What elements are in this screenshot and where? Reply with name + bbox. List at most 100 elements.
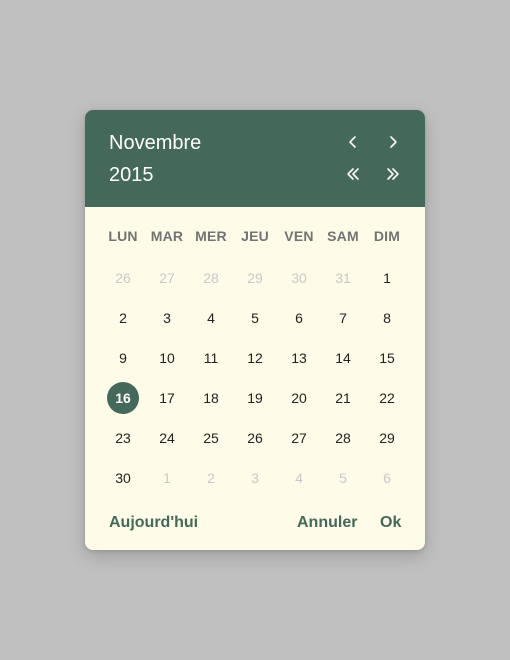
day-number: 29 <box>247 270 263 286</box>
chevron-right-icon <box>390 136 397 148</box>
day-number: 2 <box>119 310 127 326</box>
day-number: 7 <box>339 310 347 326</box>
day-number: 25 <box>203 430 219 446</box>
day-cell-outside-month[interactable]: 27 <box>145 258 189 298</box>
day-number: 21 <box>335 390 351 406</box>
cancel-button[interactable]: Annuler <box>297 513 357 533</box>
today-button[interactable]: Aujourd'hui <box>109 513 198 533</box>
day-number: 2 <box>207 470 215 486</box>
day-number: 4 <box>207 310 215 326</box>
day-cell-outside-month[interactable]: 26 <box>101 258 145 298</box>
day-number: 3 <box>251 470 259 486</box>
day-cell[interactable]: 14 <box>321 338 365 378</box>
day-number: 20 <box>291 390 307 406</box>
day-cell-selected[interactable]: 16 <box>101 378 145 418</box>
day-cell-outside-month[interactable]: 1 <box>145 458 189 498</box>
day-cell[interactable]: 21 <box>321 378 365 418</box>
day-number: 11 <box>203 350 219 366</box>
day-cell[interactable]: 30 <box>101 458 145 498</box>
weekday-label: LUN <box>108 228 138 244</box>
day-number: 18 <box>203 390 219 406</box>
day-number: 13 <box>291 350 307 366</box>
weekday-label: SAM <box>327 228 359 244</box>
day-cell[interactable]: 27 <box>277 418 321 458</box>
day-cell[interactable]: 19 <box>233 378 277 418</box>
day-cell[interactable]: 7 <box>321 298 365 338</box>
day-number: 19 <box>247 390 263 406</box>
day-number: 24 <box>159 430 175 446</box>
day-number: 31 <box>335 270 351 286</box>
weekday-header-row: LUN MAR MER JEU VEN SAM DIM <box>101 226 409 246</box>
day-cell[interactable]: 8 <box>365 298 409 338</box>
day-number: 29 <box>379 430 395 446</box>
month-label[interactable]: Novembre <box>109 131 201 155</box>
day-cell[interactable]: 10 <box>145 338 189 378</box>
weekday-label: DIM <box>373 228 401 244</box>
day-cell-outside-month[interactable]: 31 <box>321 258 365 298</box>
day-number: 14 <box>335 350 351 366</box>
day-cell[interactable]: 25 <box>189 418 233 458</box>
day-cell[interactable]: 13 <box>277 338 321 378</box>
day-number: 15 <box>379 350 395 366</box>
day-number: 22 <box>379 390 395 406</box>
next-year-button[interactable] <box>381 162 405 186</box>
next-month-button[interactable] <box>381 130 405 154</box>
day-cell[interactable]: 29 <box>365 418 409 458</box>
weekday-label: VEN <box>284 228 314 244</box>
weekday-label: MER <box>195 228 227 244</box>
ok-button[interactable]: Ok <box>380 513 401 533</box>
day-cell-outside-month[interactable]: 6 <box>365 458 409 498</box>
day-cell[interactable]: 3 <box>145 298 189 338</box>
day-cell[interactable]: 23 <box>101 418 145 458</box>
day-number: 6 <box>383 470 391 486</box>
day-cell[interactable]: 12 <box>233 338 277 378</box>
day-cell[interactable]: 20 <box>277 378 321 418</box>
day-number: 26 <box>247 430 263 446</box>
year-label[interactable]: 2015 <box>109 163 154 187</box>
day-cell[interactable]: 26 <box>233 418 277 458</box>
day-number: 10 <box>159 350 175 366</box>
prev-year-button[interactable] <box>341 162 365 186</box>
double-chevron-left-icon <box>347 168 359 180</box>
day-cell[interactable]: 18 <box>189 378 233 418</box>
day-cell[interactable]: 4 <box>189 298 233 338</box>
prev-month-button[interactable] <box>341 130 365 154</box>
day-cell[interactable]: 1 <box>365 258 409 298</box>
day-number: 1 <box>163 470 171 486</box>
day-number: 28 <box>335 430 351 446</box>
day-number: 5 <box>339 470 347 486</box>
day-cell[interactable]: 11 <box>189 338 233 378</box>
date-picker-dialog: Novembre 2015 LUN MAR MER JEU VEN SAM DIM 26 27… <box>85 110 425 550</box>
day-cell[interactable]: 28 <box>321 418 365 458</box>
day-cell-outside-month[interactable]: 5 <box>321 458 365 498</box>
day-cell-outside-month[interactable]: 2 <box>189 458 233 498</box>
day-number: 4 <box>295 470 303 486</box>
chevron-left-icon <box>349 136 356 148</box>
day-cell-outside-month[interactable]: 4 <box>277 458 321 498</box>
day-cell[interactable]: 22 <box>365 378 409 418</box>
day-cell-outside-month[interactable]: 30 <box>277 258 321 298</box>
weekday-label: MAR <box>150 228 184 244</box>
day-number: 30 <box>291 270 307 286</box>
day-cell-outside-month[interactable]: 28 <box>189 258 233 298</box>
date-picker-header: Novembre 2015 <box>85 110 425 207</box>
day-number: 16 <box>107 382 139 414</box>
day-number: 1 <box>383 270 391 286</box>
weekday-label: JEU <box>241 228 269 244</box>
day-number: 26 <box>115 270 131 286</box>
double-chevron-right-icon <box>387 168 399 180</box>
day-cell-outside-month[interactable]: 29 <box>233 258 277 298</box>
day-cell[interactable]: 2 <box>101 298 145 338</box>
day-cell-outside-month[interactable]: 3 <box>233 458 277 498</box>
day-cell[interactable]: 6 <box>277 298 321 338</box>
day-cell[interactable]: 15 <box>365 338 409 378</box>
day-cell[interactable]: 9 <box>101 338 145 378</box>
days-grid: 26 27 28 29 30 31 1 2 3 4 5 6 7 8 9 10 11 12 13 14 15 16 17 18 1… <box>101 258 409 498</box>
day-number: 28 <box>203 270 219 286</box>
day-cell[interactable]: 17 <box>145 378 189 418</box>
day-number: 23 <box>115 430 131 446</box>
day-cell[interactable]: 5 <box>233 298 277 338</box>
day-number: 17 <box>159 390 175 406</box>
day-number: 27 <box>159 270 175 286</box>
day-cell[interactable]: 24 <box>145 418 189 458</box>
